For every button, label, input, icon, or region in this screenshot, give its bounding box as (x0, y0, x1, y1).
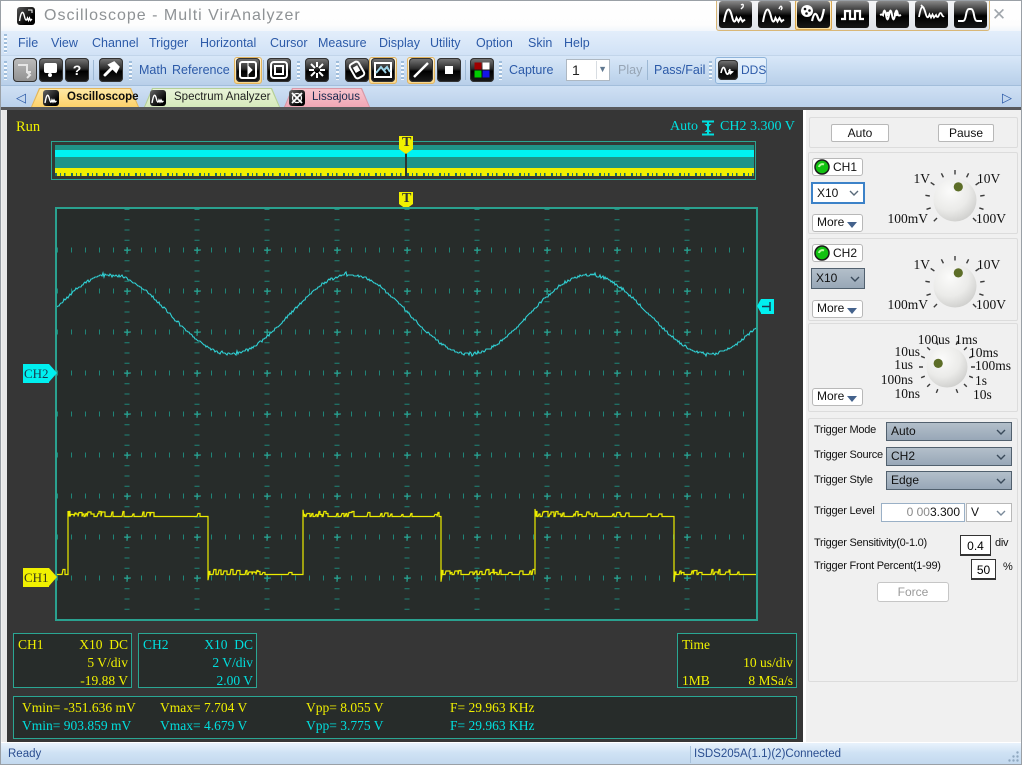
svg-text:?: ? (73, 62, 82, 78)
